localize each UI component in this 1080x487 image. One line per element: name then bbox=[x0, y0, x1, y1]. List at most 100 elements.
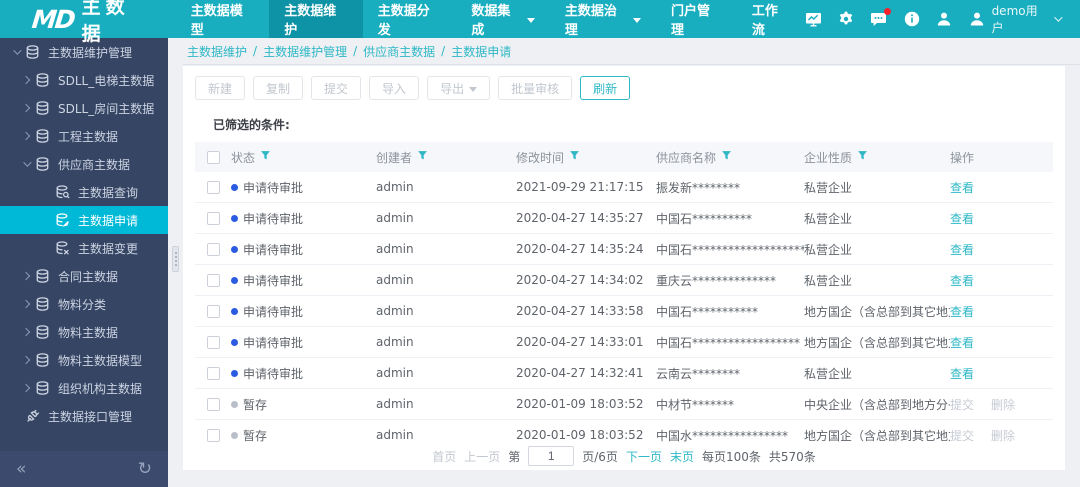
导出-button[interactable]: 导出 bbox=[427, 76, 491, 100]
sidebar-item-主数据申请[interactable]: 主数据申请 bbox=[0, 206, 168, 234]
row-checkbox[interactable] bbox=[206, 366, 220, 380]
sidebar-collapse-icon[interactable]: « bbox=[16, 459, 26, 479]
breadcrumb: 主数据维护 / 主数据维护管理 / 供应商主数据 / 主数据申请 bbox=[183, 38, 1080, 65]
breadcrumb-item[interactable]: 主数据维护 bbox=[187, 43, 247, 60]
查看-link[interactable]: 查看 bbox=[950, 365, 974, 382]
dashboard-icon[interactable] bbox=[805, 10, 823, 28]
sidebar-item-SDLL_电梯主数据[interactable]: SDLL_电梯主数据 bbox=[0, 66, 168, 94]
messages-icon[interactable] bbox=[870, 8, 891, 28]
enterprise-nature-cell-text: 私营企业 bbox=[804, 211, 853, 226]
nav-tab-门户管理[interactable]: 门户管理 bbox=[656, 0, 737, 38]
sidebar-item-供应商主数据[interactable]: 供应商主数据 bbox=[0, 150, 168, 178]
pagination-first[interactable]: 首页 bbox=[432, 448, 456, 465]
table-row: 申请待审批 admin 2020-04-27 14:35:24 中国石********… bbox=[195, 234, 1053, 265]
sidebar-item-主数据变更[interactable]: 主数据变更 bbox=[0, 234, 168, 262]
查看-link[interactable]: 查看 bbox=[950, 179, 974, 196]
status-text: 申请待审批 bbox=[243, 242, 304, 257]
sidebar-item-物料主数据模型[interactable]: 物料主数据模型 bbox=[0, 346, 168, 374]
chevron-right-icon bbox=[21, 271, 31, 281]
row-checkbox[interactable] bbox=[206, 335, 220, 349]
刷新-button[interactable]: 刷新 bbox=[580, 76, 631, 100]
table-body: 申请待审批 admin 2021-09-29 21:17:15 振发新********… bbox=[195, 172, 1053, 451]
filter-funnel-icon[interactable] bbox=[857, 150, 868, 164]
sidebar-item-SDLL_房间主数据[interactable]: SDLL_房间主数据 bbox=[0, 94, 168, 122]
pagination-page-input[interactable] bbox=[528, 446, 575, 466]
提交-link[interactable]: 提交 bbox=[950, 396, 974, 413]
status-text: 申请待审批 bbox=[243, 304, 304, 319]
删除-link[interactable]: 删除 bbox=[991, 396, 1015, 413]
info-icon[interactable] bbox=[903, 10, 921, 28]
breadcrumb-item[interactable]: 主数据申请 bbox=[451, 43, 511, 60]
splitter-grip-handle[interactable] bbox=[172, 246, 179, 272]
nav-tab-主数据维护[interactable]: 主数据维护 bbox=[269, 0, 363, 38]
导入-button[interactable]: 导入 bbox=[369, 76, 420, 100]
sidebar-item-主数据接口管理[interactable]: 主数据接口管理 bbox=[0, 402, 168, 430]
sidebar-item-合同主数据[interactable]: 合同主数据 bbox=[0, 262, 168, 290]
filter-funnel-icon[interactable] bbox=[260, 150, 271, 164]
button-label: 批量审核 bbox=[511, 81, 560, 96]
sidebar-refresh-icon[interactable]: ↻ bbox=[138, 459, 152, 479]
button-label: 复制 bbox=[266, 81, 291, 96]
sidebar-item-label: 物料主数据模型 bbox=[58, 353, 143, 368]
pagination-last[interactable]: 末页 bbox=[670, 448, 694, 465]
提交-link[interactable]: 提交 bbox=[950, 427, 974, 444]
filter-funnel-icon[interactable] bbox=[721, 150, 732, 164]
supplier-name-cell-text: 中材节******* bbox=[656, 397, 735, 412]
row-checkbox[interactable] bbox=[206, 304, 220, 318]
breadcrumb-item[interactable]: 主数据维护管理 bbox=[263, 43, 347, 60]
modified-time-cell-text: 2020-04-27 14:33:58 bbox=[516, 304, 644, 318]
sidebar-item-物料分类[interactable]: 物料分类 bbox=[0, 290, 168, 318]
查看-link[interactable]: 查看 bbox=[950, 241, 974, 258]
status-text: 申请待审批 bbox=[243, 211, 304, 226]
row-checkbox[interactable] bbox=[206, 273, 220, 287]
chevron-right-icon bbox=[21, 75, 31, 85]
sidebar-item-label: 主数据维护管理 bbox=[48, 45, 133, 60]
modified-time-cell-text: 2020-04-27 14:35:27 bbox=[516, 211, 644, 225]
nav-tab-工作流[interactable]: 工作流 bbox=[737, 0, 805, 38]
查看-link[interactable]: 查看 bbox=[950, 303, 974, 320]
nav-tab-数据集成[interactable]: 数据集成 bbox=[456, 0, 550, 38]
复制-button[interactable]: 复制 bbox=[253, 76, 304, 100]
enterprise-nature-cell-text: 私营企业 bbox=[804, 180, 853, 195]
删除-link[interactable]: 删除 bbox=[991, 427, 1015, 444]
row-checkbox[interactable] bbox=[206, 397, 220, 411]
database-icon bbox=[35, 157, 50, 172]
nav-tab-主数据模型[interactable]: 主数据模型 bbox=[176, 0, 270, 38]
提交-button[interactable]: 提交 bbox=[311, 76, 362, 100]
row-checkbox[interactable] bbox=[206, 428, 220, 442]
creator-cell-text: admin bbox=[376, 242, 414, 256]
creator-cell: admin bbox=[376, 180, 516, 194]
sidebar-item-label: 主数据查询 bbox=[78, 185, 139, 200]
button-label: 导入 bbox=[382, 81, 407, 96]
supplier-name-cell: 中国石********** bbox=[656, 210, 804, 227]
filter-funnel-icon[interactable] bbox=[569, 150, 580, 164]
breadcrumb-item[interactable]: 供应商主数据 bbox=[363, 43, 435, 60]
sidebar-item-物料主数据[interactable]: 物料主数据 bbox=[0, 318, 168, 346]
select-all-checkbox[interactable] bbox=[206, 150, 220, 164]
新建-button[interactable]: 新建 bbox=[195, 76, 246, 100]
查看-link[interactable]: 查看 bbox=[950, 210, 974, 227]
row-checkbox[interactable] bbox=[206, 211, 220, 225]
filter-funnel-icon[interactable] bbox=[417, 150, 428, 164]
查看-link[interactable]: 查看 bbox=[950, 334, 974, 351]
批量审核-button[interactable]: 批量审核 bbox=[498, 76, 573, 100]
row-checkbox[interactable] bbox=[206, 180, 220, 194]
user-icon[interactable] bbox=[935, 10, 953, 28]
pagination-next[interactable]: 下一页 bbox=[626, 448, 662, 465]
database-icon bbox=[35, 101, 50, 116]
nav-tab-主数据分发[interactable]: 主数据分发 bbox=[363, 0, 457, 38]
status-dot bbox=[231, 307, 238, 315]
pagination-prev[interactable]: 上一页 bbox=[464, 448, 500, 465]
sidebar-item-工程主数据[interactable]: 工程主数据 bbox=[0, 122, 168, 150]
pagination-page-prefix: 第 bbox=[508, 449, 521, 464]
row-checkbox[interactable] bbox=[206, 242, 220, 256]
查看-link[interactable]: 查看 bbox=[950, 272, 974, 289]
user-menu[interactable]: demo用户 bbox=[968, 2, 1063, 36]
database-icon bbox=[35, 297, 50, 312]
sidebar-item-主数据查询[interactable]: 主数据查询 bbox=[0, 178, 168, 206]
enterprise-nature-cell-text: 私营企业 bbox=[804, 242, 853, 257]
nav-tab-主数据治理[interactable]: 主数据治理 bbox=[550, 0, 656, 38]
sidebar-item-组织机构主数据[interactable]: 组织机构主数据 bbox=[0, 374, 168, 402]
settings-gear-icon[interactable] bbox=[838, 10, 856, 28]
chevron-down-icon bbox=[23, 158, 32, 167]
